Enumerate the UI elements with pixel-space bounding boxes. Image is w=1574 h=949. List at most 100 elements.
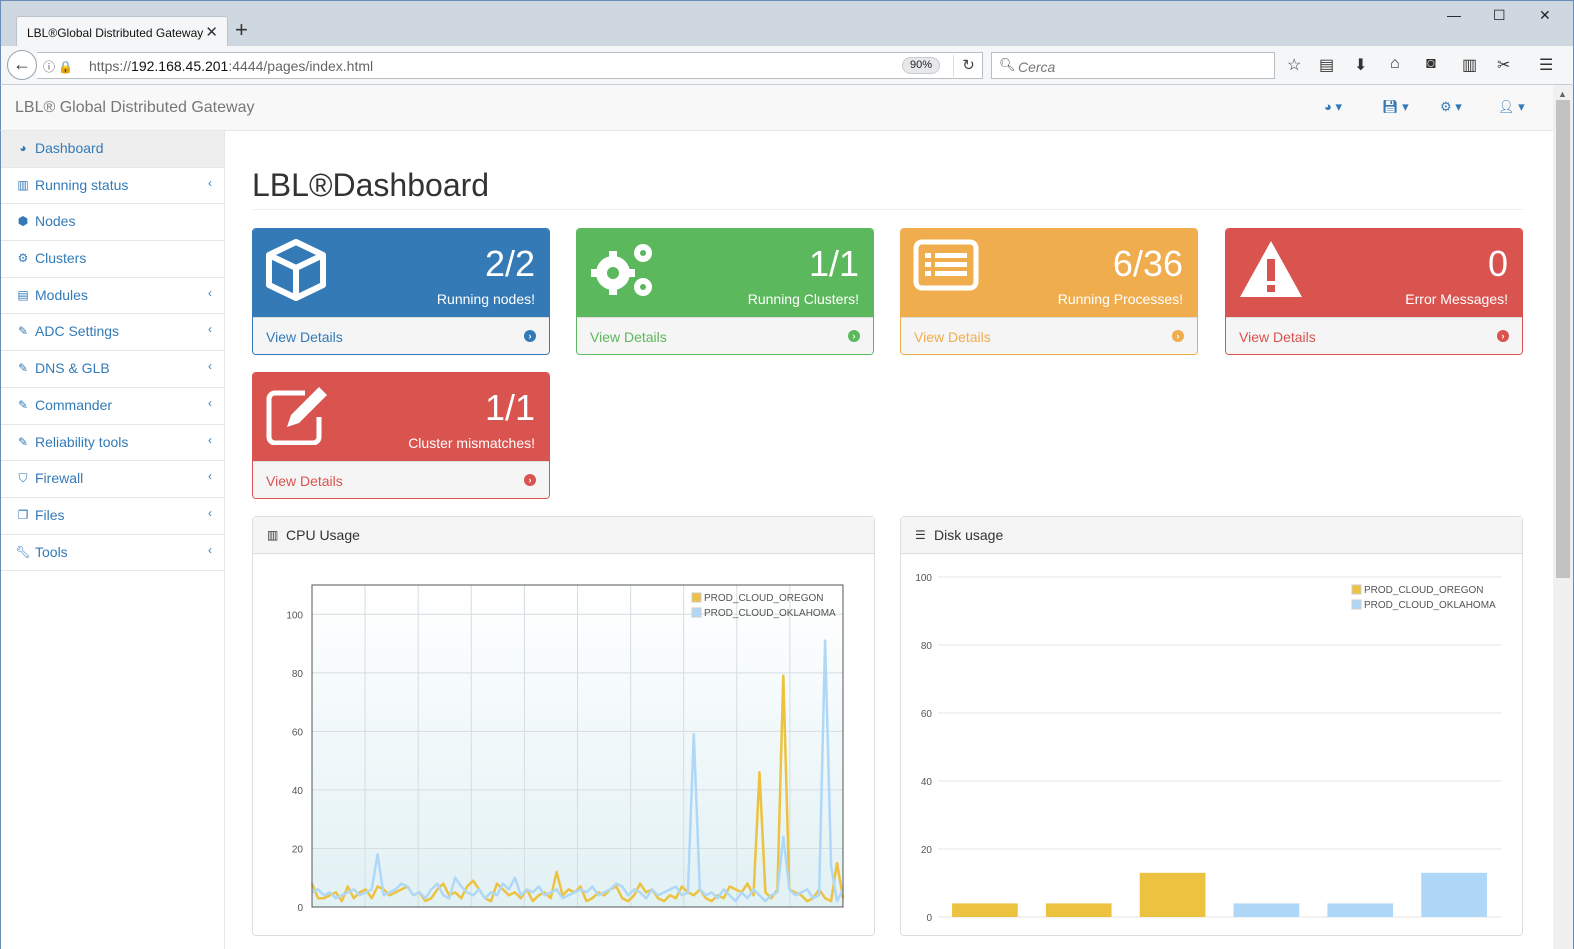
dashboard-dropdown-icon[interactable]: ◕ ▾ <box>1324 99 1342 115</box>
sidebar-item-adc-settings[interactable]: ✎ ADC Settings ‹ <box>1 314 224 352</box>
new-tab-icon[interactable]: + <box>235 19 248 41</box>
sidebar-item-nodes[interactable]: ⬢ Nodes <box>1 204 224 242</box>
title-divider <box>252 209 1523 210</box>
edit-icon: ✎ <box>17 324 29 339</box>
running-nodes-panel: 2/2 Running nodes! View Details › <box>252 228 550 355</box>
menu-icon[interactable]: ☰ <box>1539 55 1553 75</box>
sidebar-item-commander[interactable]: ✎ Commander ‹ <box>1 388 224 425</box>
view-details-link[interactable]: View Details › <box>253 461 549 498</box>
view-details-link[interactable]: View Details › <box>577 317 873 354</box>
view-details-text[interactable]: View Details <box>266 329 343 345</box>
screenshot-icon[interactable]: ✂ <box>1497 55 1510 75</box>
y-tick-label: 20 <box>921 845 933 856</box>
download-icon[interactable]: ⬇ <box>1354 55 1367 75</box>
bar-prod_cloud_oklahoma <box>1421 872 1487 917</box>
sidebar-item-label: Clusters <box>35 250 87 267</box>
arrow-circle-right-icon[interactable]: › <box>524 474 536 486</box>
panel-label: Running Processes! <box>1057 291 1183 307</box>
cpu-usage-header: ▥ CPU Usage <box>253 517 874 554</box>
panel-count: 1/1 <box>484 387 535 428</box>
legend-label: PROD_CLOUD_OKLAHOMA <box>704 608 836 619</box>
running-clusters-panel: 1/1 Running Clusters! View Details › <box>576 228 874 355</box>
sidebar-item-label: Modules <box>35 286 88 303</box>
zoom-badge[interactable]: 90% <box>902 57 940 74</box>
sidebar-item-dns-glb[interactable]: ✎ DNS & GLB ‹ <box>1 351 224 388</box>
view-details-link[interactable]: View Details › <box>901 317 1197 354</box>
legend-swatch <box>1351 584 1362 595</box>
panel-label: Cluster mismatches! <box>408 435 535 451</box>
sidebar-item-modules[interactable]: ▤ Modules ‹ <box>1 278 224 315</box>
shield-icon: ⛉ <box>18 471 28 486</box>
sidebar-item-label: Nodes <box>35 213 76 230</box>
arrow-circle-right-icon[interactable]: › <box>524 330 536 342</box>
panel-heading: 2/2 Running nodes! <box>253 229 549 317</box>
dashboard-icon: ◕ <box>19 141 27 155</box>
chevron-left-icon: ‹ <box>208 285 212 300</box>
extension-icon[interactable]: ▥ <box>1462 55 1477 75</box>
sidebar-item-label: Commander <box>35 396 113 413</box>
reload-icon[interactable]: ↻ <box>953 55 983 77</box>
tab-close-icon[interactable]: ✕ <box>205 23 218 41</box>
browser-tab[interactable]: LBL®Global Distributed Gateway ✕ <box>16 16 228 48</box>
list-alt-icon: ▤ <box>17 287 29 302</box>
view-details-text[interactable]: View Details <box>914 329 991 345</box>
sidebar-item-tools[interactable]: 🔧︎ Tools ‹ <box>1 535 224 572</box>
y-tick-label: 20 <box>292 844 304 855</box>
url-text[interactable]: https://192.168.45.201:4444/pages/index.… <box>89 58 373 74</box>
panel-label: Running Clusters! <box>747 291 859 307</box>
sidebar-item-label: Tools <box>35 543 68 560</box>
user-dropdown-icon[interactable]: 👤︎ ▾ <box>1498 99 1525 115</box>
cube-icon: ⬢ <box>17 214 29 229</box>
sidebar-item-files[interactable]: ❐ Files ‹ <box>1 498 224 535</box>
y-tick-label: 0 <box>926 913 932 924</box>
view-details-link[interactable]: View Details › <box>1226 317 1522 354</box>
pocket-icon[interactable]: ◙ <box>1426 55 1436 73</box>
gear-dropdown-icon[interactable]: ⚙ ▾ <box>1440 99 1462 115</box>
y-tick-label: 100 <box>915 573 932 584</box>
sidebar-item-dashboard[interactable]: ◕ Dashboard <box>1 131 224 168</box>
arrow-circle-right-icon[interactable]: › <box>1172 330 1184 342</box>
disk-usage-header: ☰ Disk usage <box>901 517 1522 554</box>
maximize-icon[interactable]: ☐ <box>1493 7 1506 24</box>
search-input[interactable]: 🔍︎ Cerca <box>991 52 1275 79</box>
sidebar: ◕ Dashboard ▥ Running status ‹ ⬢ Nodes ⚙ Cluster… <box>0 131 225 949</box>
panel-heading: 1/1 Cluster mismatches! <box>253 373 549 461</box>
view-details-text[interactable]: View Details <box>1239 329 1316 345</box>
home-icon[interactable]: ⌂ <box>1390 55 1400 73</box>
arrow-circle-right-icon[interactable]: › <box>848 330 860 342</box>
y-tick-label: 0 <box>297 903 303 914</box>
reading-list-icon[interactable]: ▤ <box>1319 55 1334 75</box>
disk-usage-panel: ☰ Disk usage 0 20 40 60 80 100 PROD_CLOUD_OREG… <box>900 516 1523 936</box>
brand-title[interactable]: LBL® Global Distributed Gateway <box>15 99 254 117</box>
url-bar[interactable]: ⓘ 🔒 https://192.168.45.201:4444/pages/in… <box>37 52 983 79</box>
database-icon: ☰ <box>915 528 926 542</box>
main-content: LBL®Dashboard 2/2 Running nodes! View Deta… <box>226 131 1553 949</box>
minimize-icon[interactable]: — <box>1447 7 1461 23</box>
scroll-up-icon[interactable]: ▲ <box>1558 89 1567 99</box>
save-dropdown-icon[interactable]: 💾︎ ▾ <box>1382 99 1409 115</box>
sidebar-item-reliability-tools[interactable]: ✎ Reliability tools ‹ <box>1 425 224 462</box>
search-icon: 🔍︎ <box>999 57 1016 72</box>
legend-swatch <box>691 607 702 618</box>
close-window-icon[interactable]: ✕ <box>1539 7 1551 24</box>
arrow-circle-right-icon[interactable]: › <box>1497 330 1509 342</box>
panel-count: 2/2 <box>484 243 535 284</box>
chevron-left-icon: ‹ <box>208 395 212 410</box>
bookmark-star-icon[interactable]: ☆ <box>1287 55 1301 75</box>
site-info-icon[interactable]: ⓘ 🔒 <box>43 58 73 75</box>
sidebar-item-running-status[interactable]: ▥ Running status ‹ <box>1 168 224 205</box>
scroll-thumb[interactable] <box>1556 100 1570 578</box>
back-arrow-icon[interactable]: ← <box>7 50 37 80</box>
cluster-mismatches-panel: 1/1 Cluster mismatches! View Details › <box>252 372 550 499</box>
view-details-text[interactable]: View Details <box>266 473 343 489</box>
sidebar-item-firewall[interactable]: ⛉ Firewall ‹ <box>1 461 224 498</box>
warning-icon <box>1238 239 1304 304</box>
y-tick-label: 60 <box>292 727 304 738</box>
sidebar-item-clusters[interactable]: ⚙ Clusters <box>1 241 224 278</box>
view-details-text[interactable]: View Details <box>590 329 667 345</box>
sidebar-item-label: Files <box>35 506 65 523</box>
page-scrollbar[interactable]: ▲ <box>1553 85 1574 949</box>
y-tick-label: 40 <box>921 777 933 788</box>
edit-icon <box>265 383 331 448</box>
view-details-link[interactable]: View Details › <box>253 317 549 354</box>
